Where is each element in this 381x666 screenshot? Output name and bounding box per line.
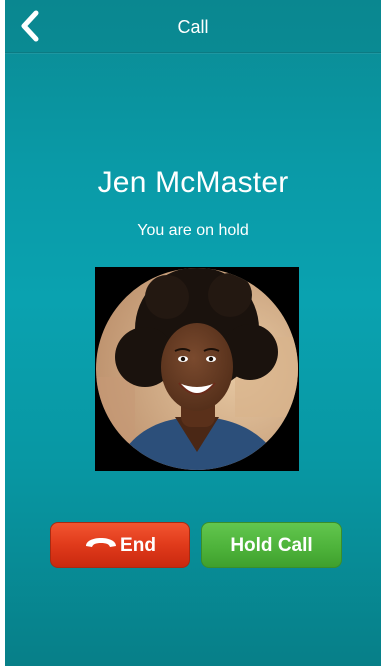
hold-call-label: Hold Call xyxy=(230,535,313,556)
avatar-photo xyxy=(96,268,298,470)
caller-avatar xyxy=(95,267,299,471)
caller-name: Jen McMaster xyxy=(97,166,289,199)
navigation-bar: Call xyxy=(5,0,381,53)
call-screen: Call Jen McMaster You are on hold End Ho… xyxy=(5,0,381,666)
end-call-button[interactable]: End xyxy=(50,522,190,568)
end-call-label: End xyxy=(120,535,156,557)
page-title: Call xyxy=(177,17,209,37)
call-status: You are on hold xyxy=(137,222,249,239)
hold-call-button[interactable]: Hold Call xyxy=(201,522,342,568)
phone-hangup-icon xyxy=(84,521,118,567)
